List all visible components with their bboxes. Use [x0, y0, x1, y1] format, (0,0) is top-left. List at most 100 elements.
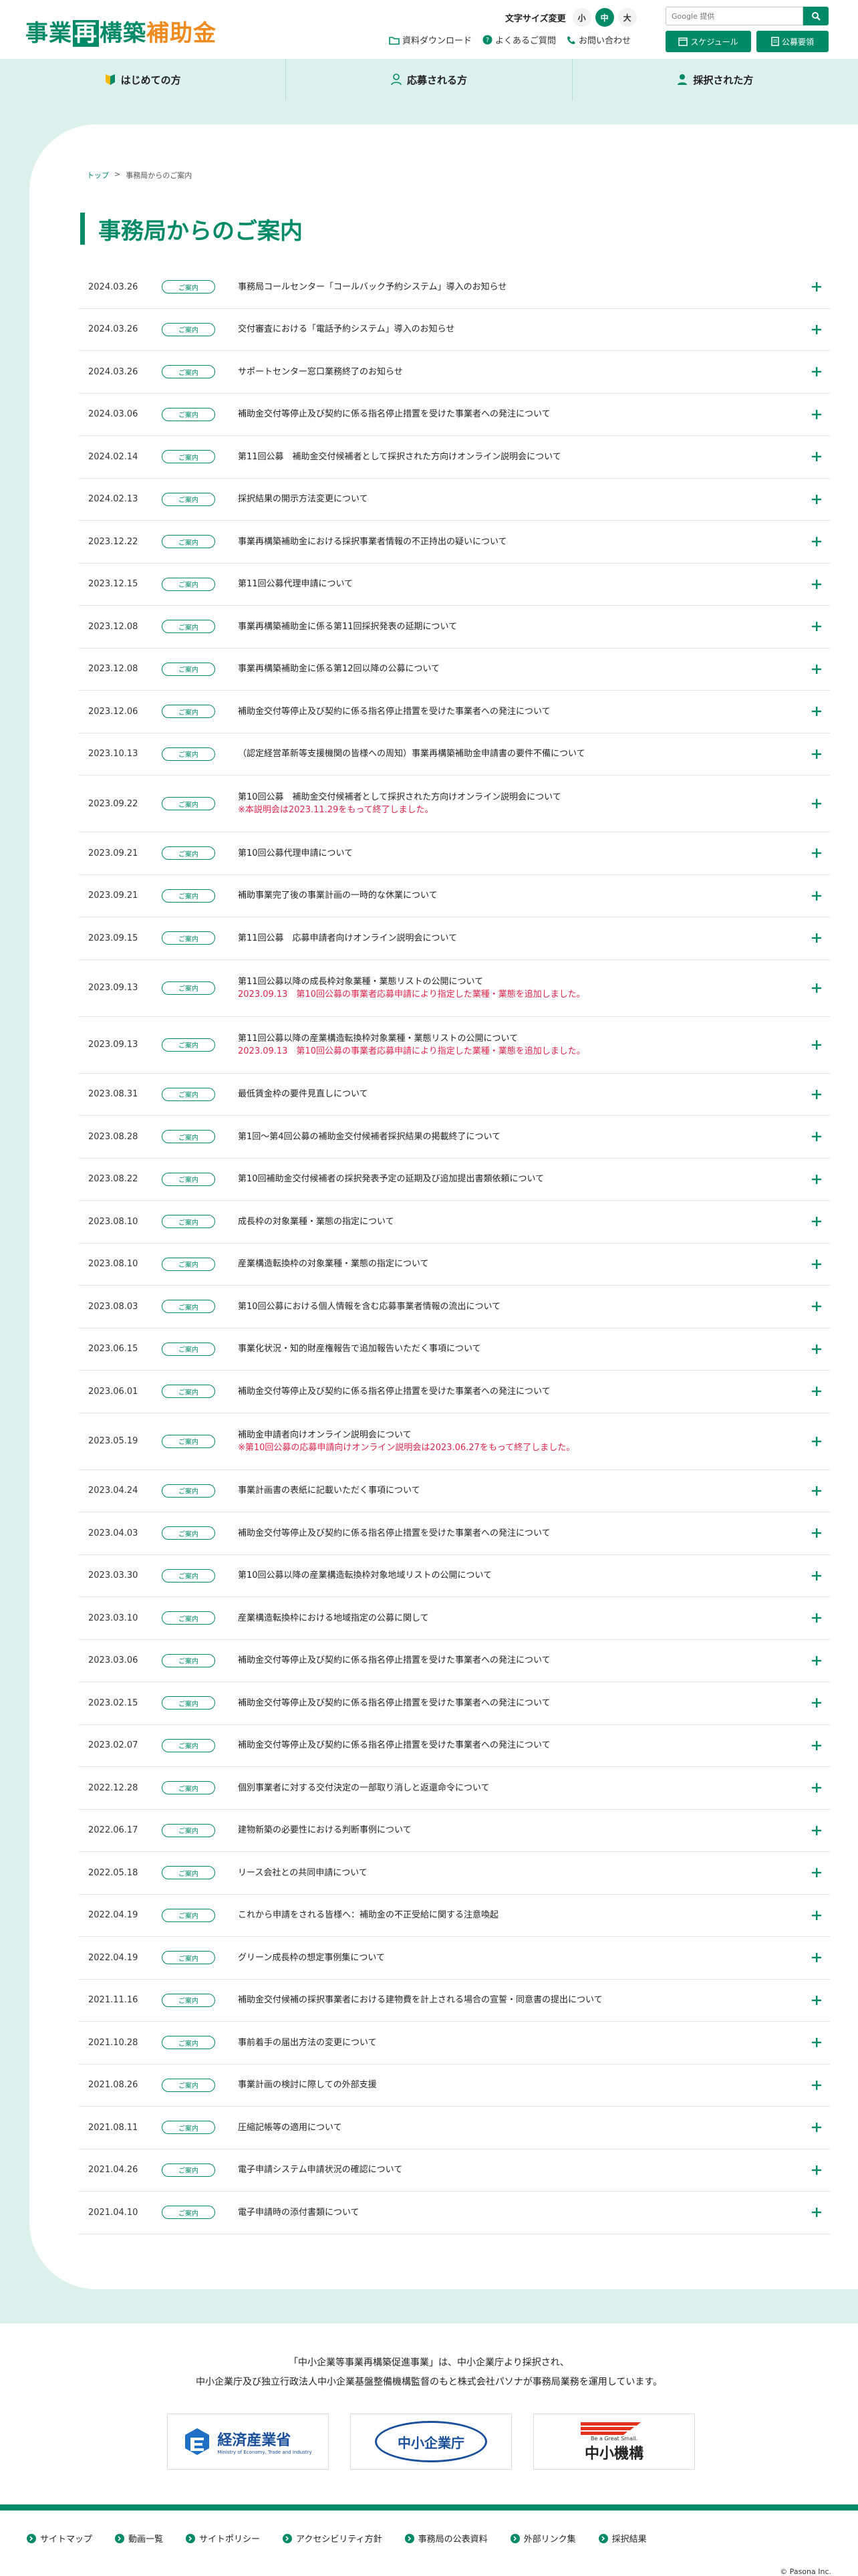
expand-toggle[interactable] — [803, 324, 830, 334]
nav-item-beginners[interactable]: はじめての方 — [0, 59, 287, 100]
footer-link[interactable]: 採択結果 — [598, 2532, 647, 2545]
news-item[interactable]: 2023.09.15 ご案内 第11回公募 応募申請者向けオンライン説明会について — [79, 917, 830, 960]
expand-toggle[interactable] — [803, 664, 830, 674]
news-item[interactable]: 2023.09.21 ご案内 補助事業完了後の事業計画の一時的な休業について — [79, 875, 830, 917]
smrj-logo[interactable]: Be a Great Small. 中小機構 — [533, 2414, 695, 2470]
expand-toggle[interactable] — [803, 2165, 830, 2175]
expand-toggle[interactable] — [803, 1217, 830, 1227]
news-item[interactable]: 2023.08.31 ご案内 最低賃金枠の要件見直しについて — [79, 1074, 830, 1116]
expand-toggle[interactable] — [803, 2208, 830, 2218]
footer-link[interactable]: アクセシビリティ方針 — [283, 2532, 382, 2545]
guideline-button[interactable]: 公募要領 — [756, 31, 829, 52]
schedule-button[interactable]: スケジュール — [666, 31, 751, 52]
news-item[interactable]: 2022.04.19 ご案内 これから申請をされる皆様へ：補助金の不正受給に関する注… — [79, 1895, 830, 1937]
expand-toggle[interactable] — [803, 1387, 830, 1397]
meti-logo[interactable]: 経済産業省 Ministry of Economy, Trade and Ind… — [167, 2414, 329, 2470]
nav-item-adopted[interactable]: 採択された方 — [573, 59, 858, 100]
news-item[interactable]: 2021.10.28 ご案内 事前着手の届出方法の変更について — [79, 2022, 830, 2065]
news-item[interactable]: 2021.08.11 ご案内 圧縮記帳等の適用について — [79, 2107, 830, 2149]
news-item[interactable]: 2023.03.10 ご案内 産業構造転換枠における地域指定の公募に関して — [79, 1597, 830, 1640]
footer-link[interactable]: サイトポリシー — [186, 2532, 260, 2545]
expand-toggle[interactable] — [803, 1089, 830, 1099]
expand-toggle[interactable] — [803, 707, 830, 717]
news-item[interactable]: 2021.04.26 ご案内 電子申請システム申請状況の確認について — [79, 2149, 830, 2192]
news-item[interactable]: 2022.04.19 ご案内 グリーン成長枠の想定事例集について — [79, 1937, 830, 1980]
news-item[interactable]: 2023.03.30 ご案内 第10回公募以降の産業構造転換枠対象地域リストの公開に… — [79, 1555, 830, 1597]
news-item[interactable]: 2023.10.13 ご案内 （認定経営革新等支援機関の皆様への周知）事業再構築補助… — [79, 733, 830, 776]
site-logo[interactable]: 事業再構築補助金 — [25, 15, 217, 47]
news-item[interactable]: 2023.08.22 ご案内 第10回補助金交付候補者の採択発表予定の延期及び追加提… — [79, 1159, 830, 1201]
news-item[interactable]: 2021.11.16 ご案内 補助金交付候補の採択事業者における建物費を計上される場… — [79, 1980, 830, 2022]
news-item[interactable]: 2023.08.10 ご案内 成長枠の対象業種・業態の指定について — [79, 1201, 830, 1244]
expand-toggle[interactable] — [803, 1132, 830, 1142]
expand-toggle[interactable] — [803, 2038, 830, 2048]
news-item[interactable]: 2022.05.18 ご案内 リース会社との共同申請について — [79, 1852, 830, 1895]
expand-toggle[interactable] — [803, 1570, 830, 1580]
news-item[interactable]: 2023.12.08 ご案内 事業再構築補助金に係る第12回以降の公募について — [79, 649, 830, 691]
expand-toggle[interactable] — [803, 848, 830, 858]
expand-toggle[interactable] — [803, 1344, 830, 1354]
news-item[interactable]: 2023.05.19 ご案内 補助金申請者向けオンライン説明会について ※第10回公募… — [79, 1413, 830, 1470]
news-item[interactable]: 2023.12.06 ご案内 補助金交付等停止及び契約に係る指名停止措置を受けた事業… — [79, 691, 830, 733]
news-item[interactable]: 2023.12.08 ご案内 事業再構築補助金に係る第11回採択発表の延期について — [79, 606, 830, 649]
news-item[interactable]: 2023.09.22 ご案内 第10回公募 補助金交付候補者として採択された方向けオ… — [79, 776, 830, 832]
expand-toggle[interactable] — [803, 1698, 830, 1708]
expand-toggle[interactable] — [803, 1868, 830, 1878]
expand-toggle[interactable] — [803, 622, 830, 632]
news-item[interactable]: 2021.04.10 ご案内 電子申請時の添付書類について — [79, 2192, 830, 2234]
expand-toggle[interactable] — [803, 367, 830, 377]
faq-link[interactable]: ? よくあるご質問 — [482, 33, 556, 46]
font-size-medium-button[interactable]: 中 — [595, 8, 614, 27]
expand-toggle[interactable] — [803, 1825, 830, 1835]
expand-toggle[interactable] — [803, 1302, 830, 1312]
news-item[interactable]: 2023.08.28 ご案内 第1回～第4回公募の補助金交付候補者採択結果の掲載終了… — [79, 1116, 830, 1159]
expand-toggle[interactable] — [803, 1783, 830, 1793]
news-item[interactable]: 2023.06.15 ご案内 事業化状況・知的財産権報告で追加報告いただく事項につい… — [79, 1328, 830, 1371]
expand-toggle[interactable] — [803, 1040, 830, 1050]
news-item[interactable]: 2021.08.26 ご案内 事業計画の検討に際しての外部支援 — [79, 2065, 830, 2107]
nav-item-applicants[interactable]: 応募される方 — [286, 59, 573, 100]
news-item[interactable]: 2023.03.06 ご案内 補助金交付等停止及び契約に係る指名停止措置を受けた事業… — [79, 1640, 830, 1682]
news-item[interactable]: 2022.06.17 ご案内 建物新築の必要性における判断事例について — [79, 1810, 830, 1852]
expand-toggle[interactable] — [803, 452, 830, 462]
expand-toggle[interactable] — [803, 2080, 830, 2090]
search-button[interactable] — [803, 7, 829, 25]
footer-link[interactable]: サイトマップ — [27, 2532, 92, 2545]
expand-toggle[interactable] — [803, 749, 830, 759]
news-item[interactable]: 2023.09.13 ご案内 第11回公募以降の成長枠対象業種・業態リストの公開につ… — [79, 960, 830, 1017]
font-size-large-button[interactable]: 大 — [617, 8, 637, 27]
news-item[interactable]: 2023.09.21 ご案内 第10回公募代理申請について — [79, 832, 830, 875]
news-item[interactable]: 2023.09.13 ご案内 第11回公募以降の産業構造転換枠対象業種・業態リストの… — [79, 1017, 830, 1074]
expand-toggle[interactable] — [803, 1528, 830, 1538]
news-item[interactable]: 2022.12.28 ご案内 個別事業者に対する交付決定の一部取り消しと返還命令につ… — [79, 1767, 830, 1810]
contact-link[interactable]: お問い合わせ — [567, 33, 631, 46]
news-item[interactable]: 2023.02.07 ご案内 補助金交付等停止及び契約に係る指名停止措置を受けた事業… — [79, 1725, 830, 1767]
sme-agency-logo[interactable]: 中小企業庁 — [350, 2414, 512, 2470]
news-item[interactable]: 2023.12.15 ご案内 第11回公募代理申請について — [79, 564, 830, 606]
news-item[interactable]: 2024.03.06 ご案内 補助金交付等停止及び契約に係る指名停止措置を受けた事業… — [79, 394, 830, 436]
download-link[interactable]: 資料ダウンロード — [389, 33, 472, 46]
search-input[interactable]: Google 提供 — [666, 7, 803, 25]
news-item[interactable]: 2023.08.03 ご案内 第10回公募における個人情報を含む応募事業者情報の流出… — [79, 1286, 830, 1328]
breadcrumb-home-link[interactable]: トップ — [87, 170, 109, 181]
expand-toggle[interactable] — [803, 579, 830, 589]
expand-toggle[interactable] — [803, 1655, 830, 1665]
news-item[interactable]: 2023.04.24 ご案内 事業計画書の表紙に記載いただく事項について — [79, 1470, 830, 1512]
expand-toggle[interactable] — [803, 1436, 830, 1446]
news-item[interactable]: 2023.12.22 ご案内 事業再構築補助金における採択事業者情報の不正持出の疑い… — [79, 521, 830, 564]
expand-toggle[interactable] — [803, 933, 830, 943]
news-item[interactable]: 2023.08.10 ご案内 産業構造転換枠の対象業種・業態の指定について — [79, 1244, 830, 1286]
font-size-small-button[interactable]: 小 — [572, 8, 591, 27]
expand-toggle[interactable] — [803, 1740, 830, 1750]
expand-toggle[interactable] — [803, 891, 830, 901]
footer-link[interactable]: 動画一覧 — [115, 2532, 163, 2545]
expand-toggle[interactable] — [803, 537, 830, 547]
news-item[interactable]: 2024.03.26 ご案内 交付審査における「電話予約システム」導入のお知らせ — [79, 309, 830, 351]
expand-toggle[interactable] — [803, 1910, 830, 1920]
expand-toggle[interactable] — [803, 494, 830, 504]
expand-toggle[interactable] — [803, 1995, 830, 2005]
expand-toggle[interactable] — [803, 1953, 830, 1963]
news-item[interactable]: 2024.03.26 ご案内 サポートセンター窓口業務終了のお知らせ — [79, 351, 830, 394]
expand-toggle[interactable] — [803, 1486, 830, 1496]
news-item[interactable]: 2024.03.26 ご案内 事務局コールセンター「コールバック予約システム」導入の… — [79, 266, 830, 309]
